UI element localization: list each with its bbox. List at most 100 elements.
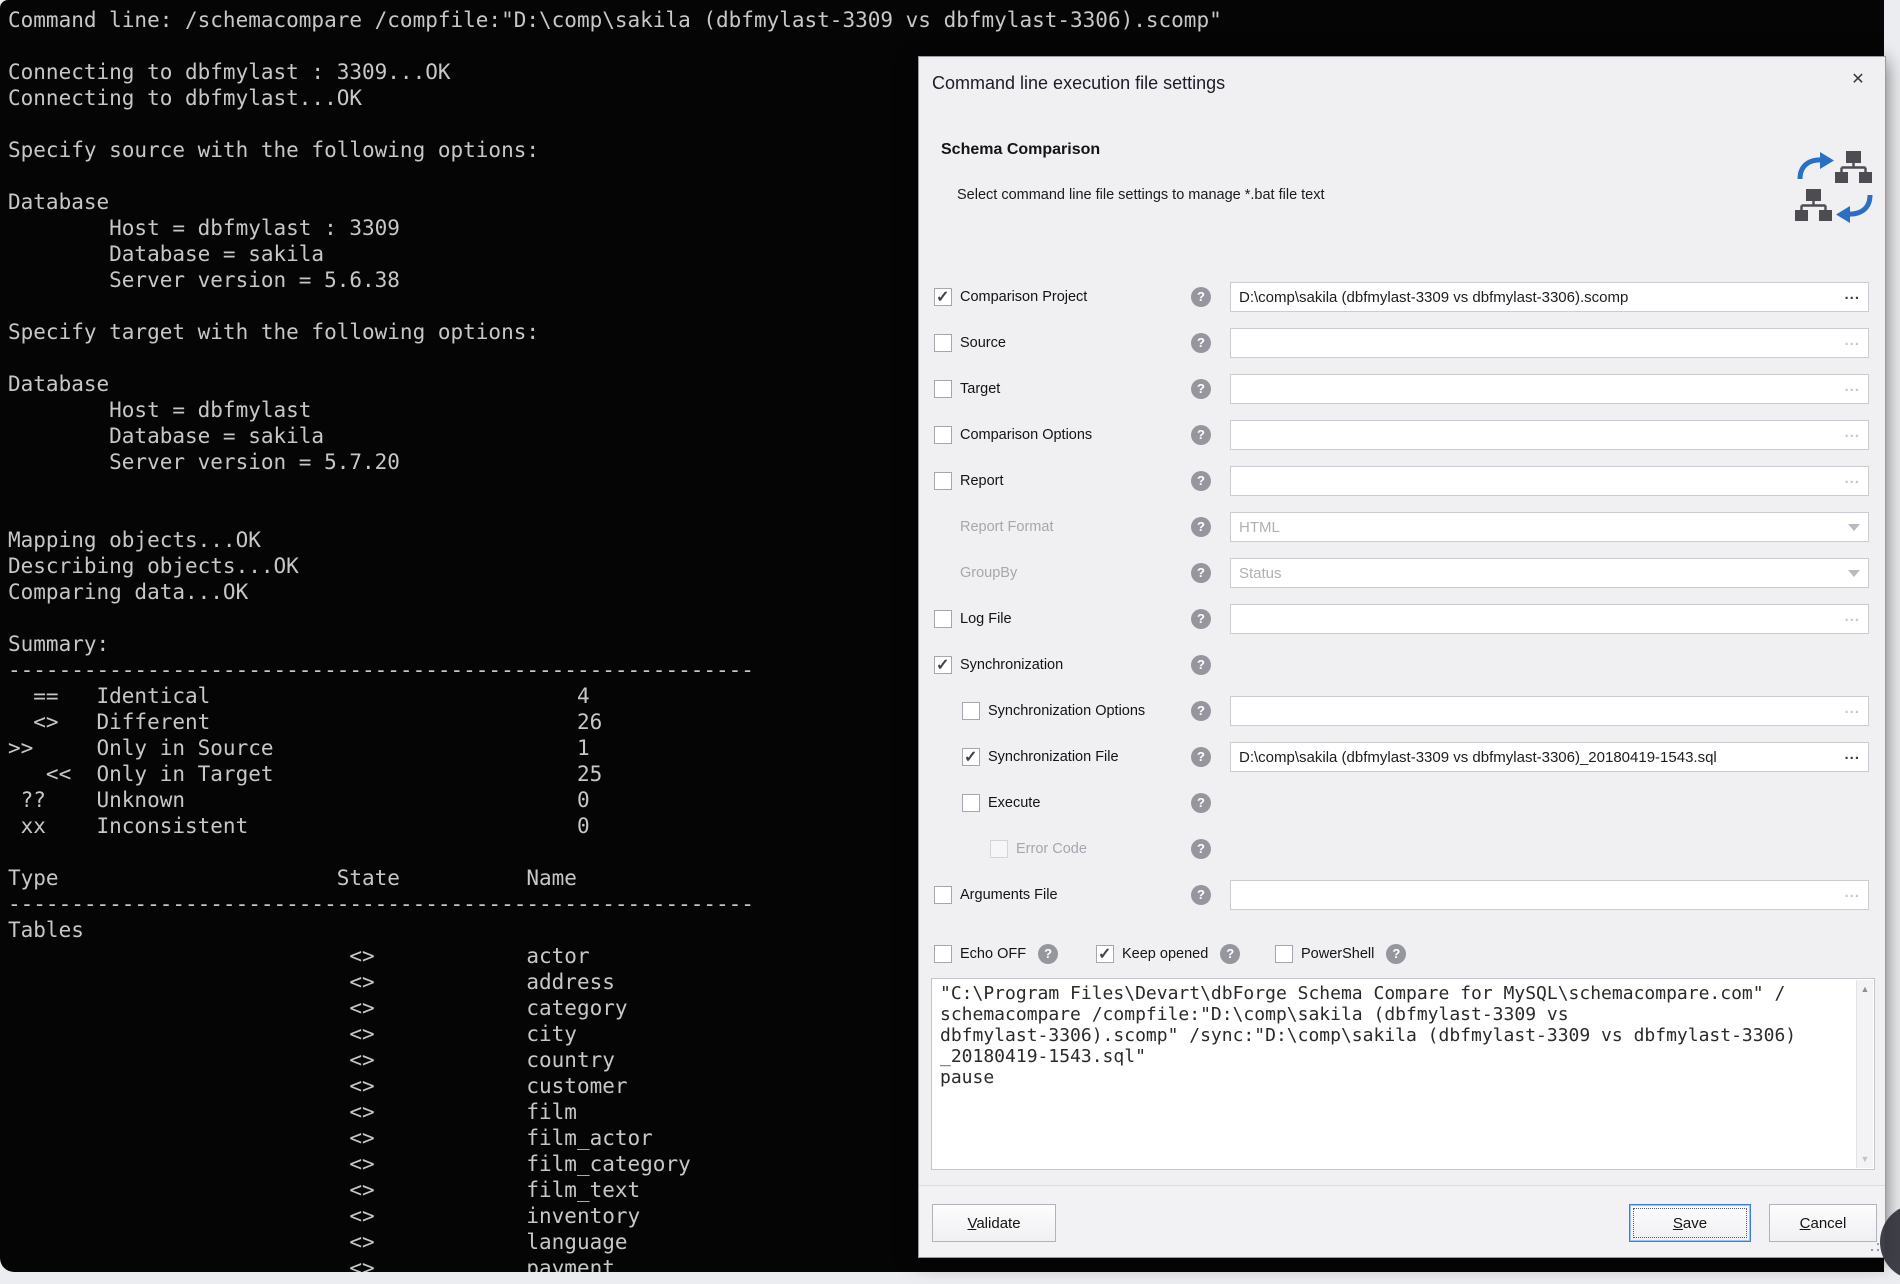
row-log-file: Log File [919,596,1885,642]
row-label: Execute [988,795,1040,811]
row-checkbox[interactable] [934,656,952,674]
row-source: Source [919,320,1885,366]
browse-ellipsis-button[interactable] [1836,427,1860,444]
bat-file-text: "C:\Program Files\Devart\dbForge Schema … [932,979,1874,1169]
echo-off-checkbox[interactable] [934,945,952,963]
row-arguments-file: Arguments File [919,872,1885,918]
row-label: Source [960,335,1006,351]
row-input-value: HTML [1239,519,1840,536]
screenshot-stage: Command line: /schemacompare /compfile:"… [0,0,1900,1284]
row-error-code: Error Code [919,826,1885,872]
dropdown-arrow-icon[interactable] [1848,524,1860,531]
row-input[interactable] [1230,604,1869,634]
row-synchronization-file: Synchronization File D:\comp\sakila (dbf… [919,734,1885,780]
flag-keep-opened: Keep opened [1096,937,1240,971]
dialog-command-line-settings: Command line execution file settings ✕ S… [918,56,1886,1258]
powershell-checkbox[interactable] [1275,945,1293,963]
row-checkbox[interactable] [934,886,952,904]
schema-compare-icon [1793,149,1877,225]
browse-ellipsis-button[interactable] [1836,887,1860,904]
help-icon[interactable] [1038,944,1058,964]
flag-echo-off: Echo OFF [934,937,1058,971]
row-input[interactable]: D:\comp\sakila (dbfmylast-3309 vs dbfmyl… [1230,742,1869,772]
section-title: Schema Comparison [941,141,1100,159]
bat-flags-row: Echo OFF Keep opened PowerShell [919,937,1885,971]
row-input[interactable] [1230,466,1869,496]
row-checkbox[interactable] [934,426,952,444]
row-label: Comparison Options [960,427,1092,443]
help-icon[interactable] [1191,885,1211,905]
row-label: Comparison Project [960,289,1087,305]
help-icon[interactable] [1191,333,1211,353]
row-label: Error Code [1016,841,1087,857]
row-checkbox[interactable] [934,610,952,628]
help-icon[interactable] [1386,944,1406,964]
row-checkbox[interactable] [934,472,952,490]
row-label: Log File [960,611,1012,627]
cancel-button[interactable]: Cancel [1769,1204,1877,1242]
row-checkbox[interactable] [962,794,980,812]
scroll-up-icon[interactable] [1857,984,1873,994]
textarea-scrollbar[interactable] [1856,980,1873,1168]
bat-file-textarea[interactable]: "C:\Program Files\Devart\dbForge Schema … [931,978,1875,1170]
row-input[interactable] [1230,374,1869,404]
row-input[interactable]: HTML [1230,512,1869,542]
row-input[interactable] [1230,420,1869,450]
browse-ellipsis-button[interactable] [1836,749,1860,766]
dropdown-arrow-icon[interactable] [1848,570,1860,577]
flag-powershell: PowerShell [1275,937,1406,971]
row-execute: Execute [919,780,1885,826]
row-label: Target [960,381,1000,397]
row-checkbox[interactable] [934,288,952,306]
help-icon[interactable] [1191,563,1211,583]
close-icon[interactable]: ✕ [1847,69,1869,91]
help-icon[interactable] [1191,747,1211,767]
row-input[interactable] [1230,328,1869,358]
row-checkbox[interactable] [934,334,952,352]
help-icon[interactable] [1191,517,1211,537]
help-icon[interactable] [1191,839,1211,859]
help-icon[interactable] [1191,379,1211,399]
row-input[interactable]: D:\comp\sakila (dbfmylast-3309 vs dbfmyl… [1230,282,1869,312]
help-icon[interactable] [1191,793,1211,813]
row-label: Report [960,473,1004,489]
row-report-format: Report Format HTML [919,504,1885,550]
help-icon[interactable] [1191,287,1211,307]
row-comparison-options: Comparison Options [919,412,1885,458]
row-input-value: D:\comp\sakila (dbfmylast-3309 vs dbfmyl… [1239,749,1836,766]
help-icon[interactable] [1191,655,1211,675]
row-input[interactable] [1230,696,1869,726]
validate-button[interactable]: Validate [932,1204,1056,1242]
browse-ellipsis-button[interactable] [1836,381,1860,398]
help-icon[interactable] [1191,609,1211,629]
save-button[interactable]: Save [1629,1204,1751,1242]
row-checkbox[interactable] [962,702,980,720]
browse-ellipsis-button[interactable] [1836,703,1860,720]
resize-grip[interactable] [1867,1239,1881,1253]
row-checkbox[interactable] [962,748,980,766]
row-label: Arguments File [960,887,1058,903]
row-synchronization-options: Synchronization Options [919,688,1885,734]
help-icon[interactable] [1191,425,1211,445]
row-target: Target [919,366,1885,412]
browse-ellipsis-button[interactable] [1836,473,1860,490]
help-icon[interactable] [1191,701,1211,721]
section-subtitle: Select command line file settings to man… [957,187,1325,203]
row-checkbox[interactable] [990,840,1008,858]
browse-ellipsis-button[interactable] [1836,611,1860,628]
keep-opened-checkbox[interactable] [1096,945,1114,963]
row-input[interactable] [1230,880,1869,910]
row-label: Report Format [960,519,1053,535]
scroll-down-icon[interactable] [1857,1154,1873,1164]
row-label: Synchronization File [988,749,1119,765]
row-comparison-project: Comparison Project D:\comp\sakila (dbfmy… [919,274,1885,320]
row-input[interactable]: Status [1230,558,1869,588]
row-label: GroupBy [960,565,1017,581]
dialog-title: Command line execution file settings [932,73,1225,94]
browse-ellipsis-button[interactable] [1836,335,1860,352]
row-report: Report [919,458,1885,504]
browse-ellipsis-button[interactable] [1836,289,1860,306]
help-icon[interactable] [1191,471,1211,491]
help-icon[interactable] [1220,944,1240,964]
row-checkbox[interactable] [934,380,952,398]
